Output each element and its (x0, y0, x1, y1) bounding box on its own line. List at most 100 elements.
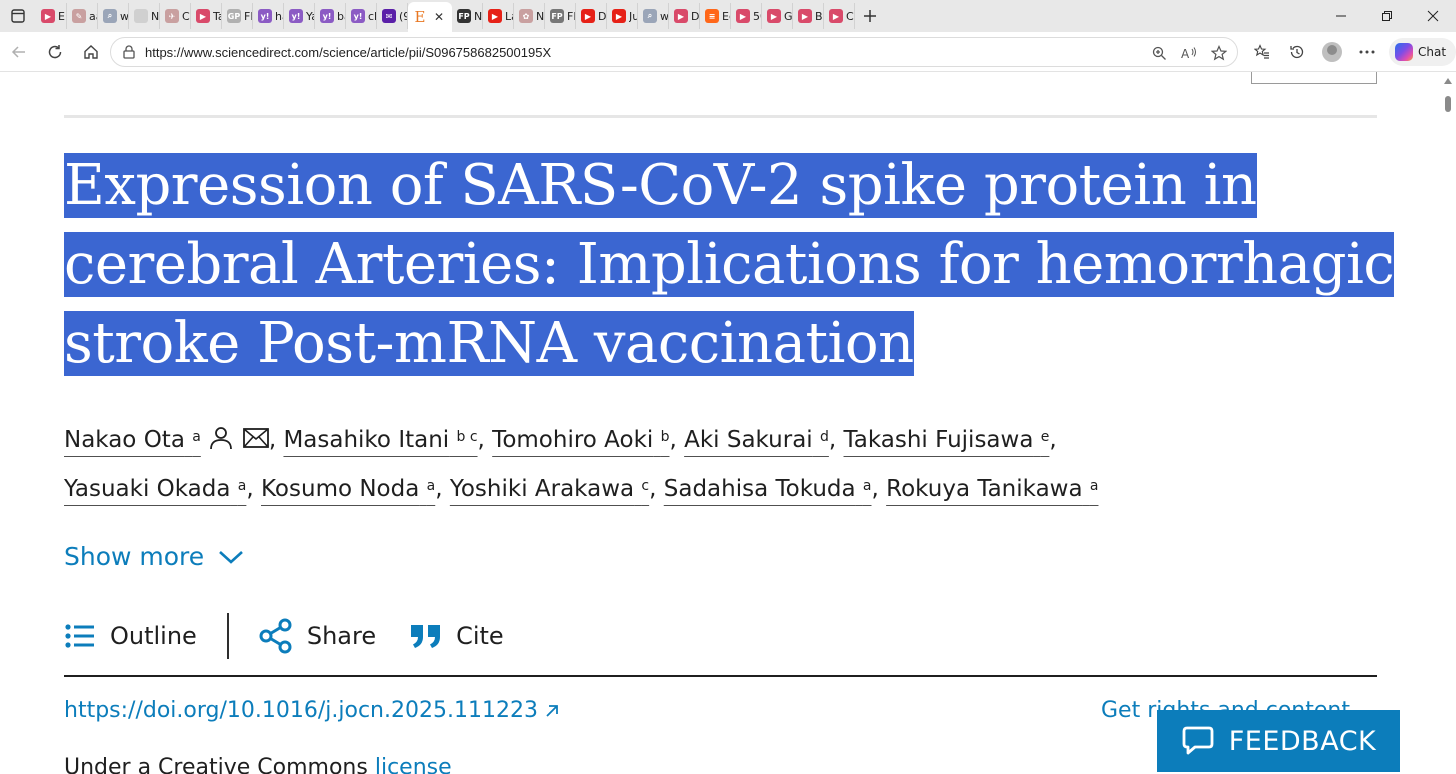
tab-title: ba (337, 9, 345, 23)
tab-title: Elt (58, 9, 66, 23)
doi-text: https://doi.org/10.1016/j.jocn.2025.1112… (64, 698, 538, 723)
author-link[interactable]: Takashi Fujisawa e (844, 427, 1050, 453)
author-name: Nakao Ota (64, 427, 185, 453)
quote-icon (411, 625, 441, 648)
license-link[interactable]: license (375, 755, 452, 774)
minimize-button[interactable] (1318, 0, 1364, 32)
elsevier-icon: E (414, 8, 426, 26)
browser-tab[interactable]: ▶Ca (824, 3, 855, 29)
tab-title: we (120, 10, 128, 23)
favorite-star-icon[interactable] (1207, 42, 1231, 64)
author-link[interactable]: Kosumo Noda a (261, 476, 435, 502)
chat-label: Chat (1418, 45, 1447, 59)
share-button[interactable]: Share (259, 618, 376, 654)
affiliation-marker: a (192, 429, 201, 445)
browser-tab[interactable]: ▶Elt (36, 3, 67, 29)
doi-link[interactable]: https://doi.org/10.1016/j.jocn.2025.1112… (64, 698, 560, 723)
zoom-icon[interactable] (1147, 42, 1171, 64)
close-window-button[interactable] (1410, 0, 1456, 32)
browser-tab[interactable]: ⌕ww (638, 3, 669, 29)
browser-tab[interactable]: FPFD (545, 3, 576, 29)
journal-cover-thumbnail[interactable] (1251, 72, 1377, 84)
browser-tab[interactable]: ▶Lau (483, 3, 514, 29)
browser-tab[interactable]: ▶Dr (576, 3, 607, 29)
tab-actions-button[interactable] (0, 0, 36, 32)
refresh-button[interactable] (38, 35, 72, 69)
browser-tab[interactable]: ▶Jus (607, 3, 638, 29)
author-link[interactable]: Tomohiro Aoki b (492, 427, 669, 453)
outline-label: Outline (110, 622, 197, 650)
author-link[interactable]: Nakao Ota a (64, 427, 269, 453)
yahoo-icon: y! (289, 9, 303, 23)
show-more-button[interactable]: Show more (64, 542, 244, 571)
page-scrollbar[interactable] (1440, 72, 1456, 774)
browser-tab[interactable]: y!clir (346, 3, 377, 29)
browser-tab[interactable]: y!hat (253, 3, 284, 29)
minimize-icon (1336, 15, 1346, 17)
article-actions: Outline Share Cite (64, 612, 504, 660)
close-tab-icon[interactable]: ✕ (434, 10, 444, 24)
address-bar[interactable]: https://www.sciencedirect.com/science/ar… (110, 37, 1238, 67)
browser-tab[interactable]: ✈Ca (160, 3, 191, 29)
feedback-button[interactable]: FEEDBACK (1157, 710, 1400, 772)
browser-tab[interactable]: ▶De (669, 3, 700, 29)
restore-button[interactable] (1364, 0, 1410, 32)
author-link[interactable]: Sadahisa Tokuda a (664, 476, 872, 502)
affiliation-marker: d (820, 429, 829, 445)
mail-icon: ✉ (382, 9, 396, 23)
browser-tab[interactable]: ✉(99 (377, 3, 408, 29)
tab-title: FD (567, 9, 575, 23)
browser-tab[interactable]: ✿Nia (514, 3, 545, 29)
author-link[interactable]: Yoshiki Arakawa c (450, 476, 649, 502)
tab-title: clir (368, 9, 376, 23)
back-button[interactable] (2, 35, 36, 69)
browser-tab[interactable]: y!ba (315, 3, 346, 29)
author-link[interactable]: Aki Sakurai d (684, 427, 829, 453)
chevron-down-icon (219, 550, 244, 564)
browser-tab[interactable]: FPNc (452, 3, 483, 29)
article-page: Expression of SARS-CoV-2 spike protein i… (4, 72, 1440, 774)
browser-tab[interactable]: ▶50 (731, 3, 762, 29)
favorites-icon[interactable] (1245, 36, 1278, 68)
browser-tab[interactable]: Nia (129, 3, 160, 29)
author-link[interactable]: Rokuya Tanikawa a (886, 476, 1098, 502)
history-icon[interactable] (1280, 36, 1313, 68)
cite-button[interactable]: Cite (410, 622, 504, 650)
affiliation-marker: e (1040, 429, 1050, 445)
title-line: cerebral Arteries: Implications for hemo… (64, 232, 1395, 297)
fp-icon: FP (457, 9, 471, 23)
browser-tab[interactable]: ✎aa. (67, 3, 98, 29)
title-line: stroke Post-mRNA vaccination (64, 311, 914, 376)
browser-tab[interactable]: ▶Gu (762, 3, 793, 29)
tab-title: 50 (753, 9, 761, 23)
browser-tab[interactable]: ⌕we (98, 3, 129, 29)
outline-button[interactable]: Outline (64, 622, 197, 650)
url-text[interactable]: https://www.sciencedirect.com/science/ar… (145, 45, 551, 60)
browser-tab[interactable]: y!Yal (284, 3, 315, 29)
tab-title: (99 (399, 9, 407, 23)
copilot-chat-button[interactable]: Chat (1389, 38, 1456, 66)
home-button[interactable] (74, 35, 108, 69)
tab-title: De (691, 9, 699, 23)
author-link[interactable]: Yasuaki Okada a (64, 476, 246, 502)
tab-list: ▶Elt✎aa.⌕weNia✈Ca▶TalGPFL/y!haty!Yaly!ba… (36, 0, 855, 32)
new-tab-button[interactable] (855, 1, 885, 31)
more-menu-icon[interactable] (1350, 36, 1383, 68)
browser-tab[interactable]: ▶Tal (191, 3, 222, 29)
scroll-thumb[interactable] (1445, 96, 1451, 112)
substack-icon: ≡ (705, 9, 719, 23)
author-name: Kosumo Noda (261, 476, 420, 502)
external-link-icon (546, 704, 558, 717)
read-aloud-icon[interactable]: A (1177, 42, 1201, 64)
browser-tab[interactable]: ▶Bill (793, 3, 824, 29)
tab-title: Lau (505, 9, 513, 23)
browser-tab[interactable]: GPFL/ (222, 3, 253, 29)
scroll-up-arrow[interactable] (1444, 78, 1452, 84)
license-line: Under a Creative Commons license (64, 755, 452, 774)
lock-icon[interactable] (121, 45, 137, 59)
active-tab[interactable]: E ✕ (408, 2, 452, 32)
affiliation-marker: a (1089, 478, 1099, 494)
browser-tab[interactable]: ≡Ed (700, 3, 731, 29)
author-link[interactable]: Masahiko Itani b c (283, 427, 477, 453)
profile-button[interactable] (1315, 36, 1348, 68)
